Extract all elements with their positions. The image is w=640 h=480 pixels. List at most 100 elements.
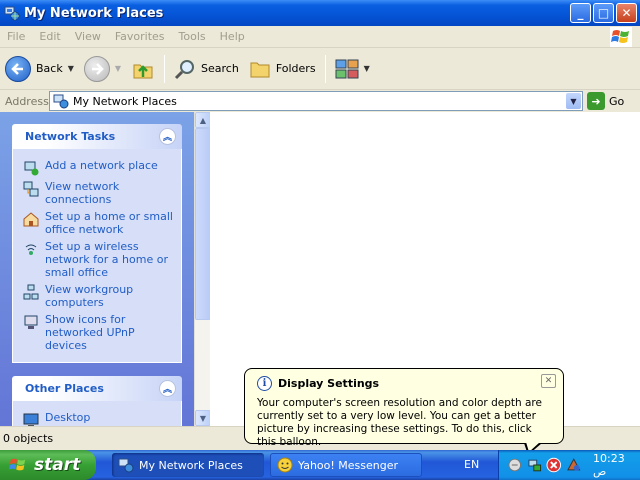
back-button[interactable]: Back ▼ xyxy=(0,52,79,86)
balloon-header: i Display Settings xyxy=(257,376,551,391)
task-label: Show icons for networked UPnP devices xyxy=(45,313,135,352)
close-button[interactable]: ✕ xyxy=(616,3,637,23)
network-places-icon xyxy=(118,458,134,473)
task-label: View workgroup computers xyxy=(45,283,134,309)
toolbar-separator xyxy=(324,54,326,83)
messenger-tray-icon[interactable] xyxy=(507,457,523,473)
info-icon: i xyxy=(257,376,272,391)
menu-edit[interactable]: Edit xyxy=(32,30,67,43)
start-label: start xyxy=(34,455,81,475)
collapse-chevron-icon[interactable]: ︽ xyxy=(159,380,176,397)
other-places-header[interactable]: Other Places ︽ xyxy=(12,376,182,401)
back-arrow-icon xyxy=(5,55,31,82)
views-button[interactable]: ▼ xyxy=(330,52,375,86)
folders-label: Folders xyxy=(275,62,316,75)
minimize-button[interactable]: _ xyxy=(570,3,591,23)
network-places-icon xyxy=(53,94,69,109)
language-indicator[interactable]: EN xyxy=(464,458,479,471)
forward-button[interactable]: ▼ xyxy=(79,52,126,86)
task-pane-scrollbar[interactable]: ▲ ▼ xyxy=(194,112,211,426)
address-dropdown-button[interactable]: ▼ xyxy=(566,93,581,109)
other-places-panel: Other Places ︽ Desktop xyxy=(12,376,182,426)
task-label: View network connections xyxy=(45,180,120,206)
folders-icon xyxy=(250,62,270,77)
menu-bar: File Edit View Favorites Tools Help xyxy=(0,26,640,48)
address-field[interactable]: My Network Places ▼ xyxy=(49,91,583,111)
scroll-up-button[interactable]: ▲ xyxy=(195,112,211,128)
window-title: My Network Places xyxy=(24,5,164,21)
network-tasks-title: Network Tasks xyxy=(25,130,116,143)
wireless-network-icon xyxy=(25,244,37,255)
menu-view[interactable]: View xyxy=(68,30,108,43)
search-icon xyxy=(174,59,195,79)
task-view-network-connections[interactable]: View network connections xyxy=(23,180,177,206)
clock[interactable]: 10:23 ص xyxy=(593,452,640,478)
menu-file[interactable]: File xyxy=(0,30,32,43)
up-folder-icon xyxy=(133,64,153,78)
forward-arrow-icon xyxy=(83,55,110,82)
search-label: Search xyxy=(201,62,239,75)
task-add-network-place[interactable]: Add a network place xyxy=(23,159,177,176)
add-network-place-icon xyxy=(24,161,39,176)
address-value: My Network Places xyxy=(73,94,177,108)
views-icon xyxy=(335,59,359,78)
address-bar: Address My Network Places ▼ ➜ Go xyxy=(0,90,640,112)
other-places-list: Desktop xyxy=(12,401,182,426)
task-view-workgroup[interactable]: View workgroup computers xyxy=(23,283,177,309)
task-label: Set up a home or small office network xyxy=(45,210,173,236)
display-settings-balloon[interactable]: i Display Settings ✕ Your computer's scr… xyxy=(244,368,564,448)
system-tray: 10:23 ص xyxy=(498,450,640,480)
workgroup-icon xyxy=(23,284,39,300)
task-pane: Network Tasks ︽ Add a network place View… xyxy=(0,112,194,426)
scroll-thumb[interactable] xyxy=(195,128,211,320)
windows-logo-icon xyxy=(9,458,26,471)
go-label: Go xyxy=(609,94,625,108)
yahoo-messenger-icon xyxy=(277,457,293,473)
network-places-icon xyxy=(4,6,20,21)
menu-favorites[interactable]: Favorites xyxy=(108,30,172,43)
status-text: 0 objects xyxy=(3,432,54,445)
go-button[interactable]: ➜ Go xyxy=(587,92,624,110)
address-label: Address xyxy=(5,94,49,108)
up-folder-button[interactable] xyxy=(126,52,160,86)
balloon-close-button[interactable]: ✕ xyxy=(541,374,556,388)
network-tasks-header[interactable]: Network Tasks ︽ xyxy=(12,124,182,149)
other-places-title: Other Places xyxy=(25,382,104,395)
upnp-icon xyxy=(24,315,38,329)
place-desktop[interactable]: Desktop xyxy=(23,411,177,426)
task-label: Add a network place xyxy=(45,159,158,172)
taskbar-item-yahoo-messenger[interactable]: Yahoo! Messenger xyxy=(270,453,422,477)
task-home-network[interactable]: Set up a home or small office network xyxy=(23,210,177,236)
scroll-down-button[interactable]: ▼ xyxy=(195,410,211,426)
windows-logo-icon xyxy=(610,27,632,47)
network-tray-icon[interactable] xyxy=(527,457,543,473)
menu-help[interactable]: Help xyxy=(213,30,252,43)
menu-tools[interactable]: Tools xyxy=(172,30,213,43)
task-label: Set up a wireless network for a home or … xyxy=(45,240,168,279)
network-tasks-panel: Network Tasks ︽ Add a network place View… xyxy=(12,124,182,363)
search-button[interactable]: Search xyxy=(169,52,244,86)
taskbar: start My Network Places Yahoo! Messenger… xyxy=(0,450,640,480)
title-bar[interactable]: My Network Places _ □ ✕ xyxy=(0,0,640,26)
place-label: Desktop xyxy=(45,411,91,424)
balloon-title: Display Settings xyxy=(278,377,380,390)
security-alert-icon[interactable] xyxy=(546,457,562,473)
forward-dropdown-icon[interactable]: ▼ xyxy=(115,64,121,73)
back-dropdown-icon[interactable]: ▼ xyxy=(68,64,74,73)
folders-button[interactable]: Folders xyxy=(244,52,321,86)
start-button[interactable]: start xyxy=(0,450,96,480)
toolbar-separator xyxy=(164,54,166,83)
balloon-message: Your computer's screen resolution and co… xyxy=(257,397,542,448)
antivirus-tray-icon[interactable] xyxy=(566,457,582,473)
collapse-chevron-icon[interactable]: ︽ xyxy=(159,128,176,145)
task-show-upnp-icons[interactable]: Show icons for networked UPnP devices xyxy=(23,313,177,352)
network-tasks-list: Add a network place View network connect… xyxy=(12,149,182,363)
maximize-button[interactable]: □ xyxy=(593,3,614,23)
task-wireless-network[interactable]: Set up a wireless network for a home or … xyxy=(23,240,177,279)
back-label: Back xyxy=(36,62,63,75)
toolbar: Back ▼ ▼ Search Folders ▼ xyxy=(0,48,640,90)
taskbar-item-my-network-places[interactable]: My Network Places xyxy=(112,453,264,477)
views-dropdown-icon[interactable]: ▼ xyxy=(364,64,370,73)
go-arrow-icon: ➜ xyxy=(587,92,605,110)
taskbar-item-label: My Network Places xyxy=(139,458,243,472)
